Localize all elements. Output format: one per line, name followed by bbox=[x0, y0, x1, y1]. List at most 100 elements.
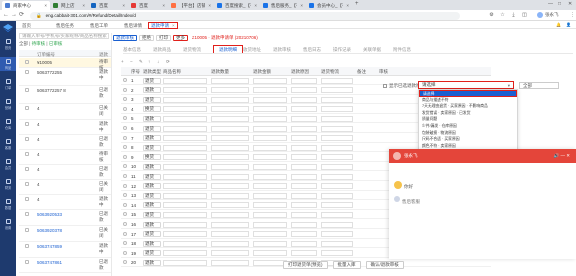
puzzle-icon[interactable]: ◫ bbox=[521, 12, 528, 19]
name-input[interactable] bbox=[163, 154, 207, 161]
logistics-input[interactable] bbox=[321, 192, 353, 199]
row-radio[interactable] bbox=[123, 174, 127, 178]
list-item[interactable]: 5063920533 已退款 bbox=[19, 210, 111, 226]
reason-input[interactable] bbox=[291, 144, 317, 151]
logistics-input[interactable] bbox=[321, 231, 353, 238]
amount-input[interactable] bbox=[253, 231, 287, 238]
row-radio[interactable] bbox=[123, 212, 127, 217]
qty-input[interactable] bbox=[211, 240, 249, 247]
row-radio[interactable] bbox=[123, 222, 127, 226]
amount-input[interactable] bbox=[253, 250, 287, 257]
reason-input[interactable] bbox=[291, 221, 317, 228]
logistics-input[interactable] bbox=[321, 125, 353, 132]
qty-input[interactable] bbox=[211, 173, 249, 180]
amount-input[interactable] bbox=[253, 211, 287, 218]
dropdown-option[interactable]: 发货错误 · 卖家原因 · 已发货 bbox=[419, 110, 517, 117]
reason-input[interactable] bbox=[291, 231, 317, 238]
name-input[interactable] bbox=[163, 231, 207, 238]
reason-input[interactable] bbox=[291, 173, 317, 180]
logistics-input[interactable] bbox=[321, 173, 353, 180]
qty-input[interactable] bbox=[211, 135, 249, 142]
name-input[interactable] bbox=[163, 173, 207, 180]
reason-input[interactable] bbox=[291, 106, 317, 113]
name-input[interactable] bbox=[163, 87, 207, 94]
type-select[interactable]: 退款 bbox=[143, 87, 161, 94]
type-select[interactable]: 退货 bbox=[143, 192, 161, 199]
menu-icon[interactable]: ⋮ bbox=[569, 12, 576, 19]
maximize-icon[interactable]: □ bbox=[558, 1, 561, 7]
type-select[interactable]: 退款 bbox=[143, 202, 161, 209]
logistics-input[interactable] bbox=[321, 163, 353, 170]
reject-button[interactable]: 拒绝 bbox=[139, 34, 154, 41]
dropdown-option[interactable]: 尺码不合适 · 买家原因 bbox=[419, 136, 517, 143]
close-window-icon[interactable]: ✕ bbox=[568, 1, 572, 7]
amount-input[interactable] bbox=[253, 77, 287, 84]
reason-input[interactable] bbox=[291, 202, 317, 209]
logistics-input[interactable] bbox=[321, 250, 353, 257]
row-checkbox[interactable] bbox=[25, 137, 29, 141]
row-radio[interactable] bbox=[123, 87, 127, 92]
dropdown-option[interactable]: 请选择 bbox=[419, 90, 517, 97]
app-tab[interactable]: 退款申请 × bbox=[148, 22, 178, 29]
forward-icon[interactable]: → bbox=[11, 12, 17, 19]
amount-input[interactable] bbox=[253, 221, 287, 228]
move-up-icon[interactable]: ↑ bbox=[148, 59, 150, 64]
list-item[interactable]: 4 已关闭 bbox=[19, 104, 111, 120]
browser-tab[interactable]: 网上店 × bbox=[50, 1, 88, 10]
name-input[interactable] bbox=[163, 202, 207, 209]
type-select[interactable]: 退款 bbox=[143, 240, 161, 247]
row-radio[interactable] bbox=[123, 202, 127, 207]
row-checkbox[interactable] bbox=[25, 212, 29, 216]
type-select[interactable]: 退款 bbox=[143, 135, 161, 142]
tab-close-icon[interactable]: × bbox=[346, 3, 349, 8]
reason-input[interactable] bbox=[291, 240, 317, 247]
add-icon[interactable]: + bbox=[121, 59, 124, 64]
list-item[interactable]: 5063747859 退款中 bbox=[19, 242, 111, 258]
dropdown-option[interactable]: 7天无理由退货 · 买家原因 · 不影响商品 bbox=[419, 103, 517, 110]
print-return-button[interactable]: 打印退货单(预览) bbox=[283, 261, 328, 269]
filter-status[interactable]: 待审核 bbox=[32, 41, 46, 46]
tab-close-icon[interactable]: × bbox=[44, 3, 47, 8]
logistics-input[interactable] bbox=[321, 96, 353, 103]
name-input[interactable] bbox=[163, 221, 207, 228]
logistics-input[interactable] bbox=[321, 87, 353, 94]
edit-icon[interactable]: ✎ bbox=[139, 59, 143, 65]
more-button[interactable]: 更多 bbox=[173, 34, 188, 41]
row-checkbox[interactable] bbox=[25, 152, 29, 156]
row-radio[interactable] bbox=[123, 126, 127, 130]
type-select[interactable]: 退款 bbox=[143, 163, 161, 170]
order-id[interactable]: 5063920533 bbox=[37, 212, 62, 217]
minimize-icon[interactable]: — bbox=[548, 1, 553, 7]
browser-tab[interactable]: 商家中心 × bbox=[2, 1, 50, 10]
name-input[interactable] bbox=[163, 125, 207, 132]
reason-input[interactable] bbox=[291, 115, 317, 122]
reason-input[interactable] bbox=[291, 125, 317, 132]
reason-input[interactable] bbox=[291, 96, 317, 103]
reason-input[interactable] bbox=[291, 154, 317, 161]
print-button[interactable]: 打印 bbox=[156, 34, 171, 41]
dropdown-option[interactable]: 少件/漏发 · 仓库原因 bbox=[419, 123, 517, 130]
row-checkbox[interactable] bbox=[25, 88, 29, 92]
refresh-icon[interactable]: ⟳ bbox=[166, 59, 170, 65]
qty-input[interactable] bbox=[211, 221, 249, 228]
row-checkbox[interactable] bbox=[25, 197, 29, 201]
reason-input[interactable] bbox=[291, 192, 317, 199]
type-select[interactable]: 退货 bbox=[143, 173, 161, 180]
type-select[interactable]: 换货 bbox=[143, 154, 161, 161]
qty-input[interactable] bbox=[211, 211, 249, 218]
row-radio[interactable] bbox=[123, 260, 127, 265]
type-select[interactable]: 退货 bbox=[143, 250, 161, 257]
amount-input[interactable] bbox=[253, 87, 287, 94]
browser-tab[interactable]: 【平台】店铺设置基础...× bbox=[168, 1, 214, 10]
name-input[interactable] bbox=[163, 144, 207, 151]
filter-label[interactable]: 全部 bbox=[19, 41, 28, 46]
qty-input[interactable] bbox=[211, 154, 249, 161]
reason-select[interactable]: 请选择 ▾ bbox=[418, 81, 514, 89]
amount-input[interactable] bbox=[253, 144, 287, 151]
remove-icon[interactable]: − bbox=[130, 59, 133, 64]
qty-input[interactable] bbox=[211, 87, 249, 94]
name-input[interactable] bbox=[163, 250, 207, 257]
type-select[interactable]: 退款 bbox=[143, 183, 161, 190]
row-checkbox[interactable] bbox=[25, 260, 29, 264]
secondary-select[interactable]: 全部 bbox=[519, 82, 559, 89]
